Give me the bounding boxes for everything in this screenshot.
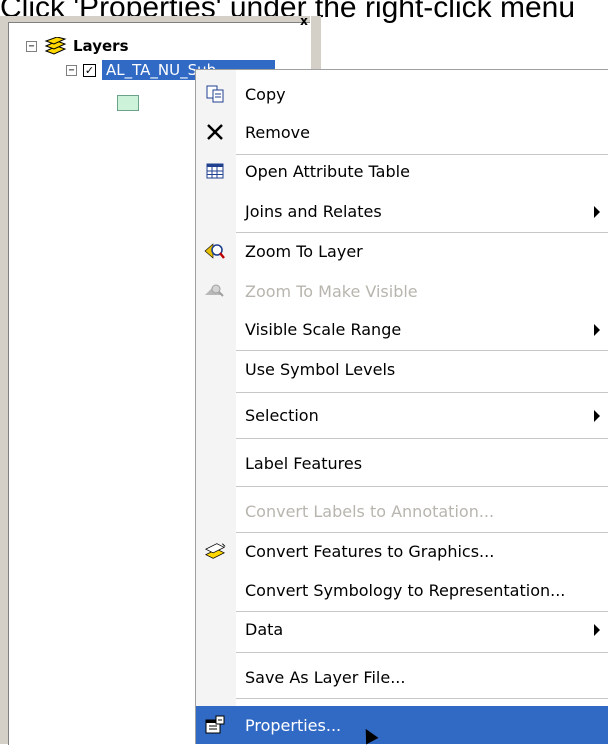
menu-item-label-features[interactable]: Label Features xyxy=(196,444,608,482)
menu-item-label: Convert Features to Graphics... xyxy=(245,541,495,561)
menu-item-convert-features-to-graphics[interactable]: Convert Features to Graphics... xyxy=(196,532,608,570)
menu-item-zoom-to-make-visible: Zoom To Make Visible xyxy=(196,272,608,310)
menu-item-visible-scale-range[interactable]: Visible Scale Range xyxy=(196,310,608,348)
menu-item-label: Convert Labels to Annotation... xyxy=(245,501,495,521)
remove-icon xyxy=(204,122,226,142)
menu-item-label: Copy xyxy=(245,84,286,104)
menu-item-label: Properties... xyxy=(245,715,342,735)
menu-separator xyxy=(236,652,608,653)
menu-item-remove[interactable]: Remove xyxy=(196,113,608,151)
menu-item-label: Convert Symbology to Representation... xyxy=(245,580,566,600)
menu-item-selection[interactable]: Selection xyxy=(196,396,608,434)
menu-item-label: Selection xyxy=(245,405,319,425)
menu-item-save-as-layer-file[interactable]: Save As Layer File... xyxy=(196,658,608,696)
menu-item-data[interactable]: Data xyxy=(196,610,608,648)
table-icon xyxy=(204,161,226,181)
menu-item-label: Data xyxy=(245,619,284,639)
submenu-arrow-icon xyxy=(594,410,600,422)
copy-icon xyxy=(204,84,226,104)
convert-graphics-icon xyxy=(204,541,226,561)
menu-item-use-symbol-levels[interactable]: Use Symbol Levels xyxy=(196,350,608,388)
zoom-to-layer-icon xyxy=(204,241,226,261)
menu-item-copy[interactable]: Copy xyxy=(196,75,608,113)
collapse-icon[interactable]: − xyxy=(66,64,77,76)
menu-separator xyxy=(236,486,608,487)
menu-item-zoom-to-layer[interactable]: Zoom To Layer xyxy=(196,232,608,270)
close-icon[interactable]: x xyxy=(296,15,312,28)
layers-label: Layers xyxy=(73,37,129,55)
submenu-arrow-icon xyxy=(594,624,600,636)
menu-item-label: Remove xyxy=(245,122,310,142)
menu-item-label: Zoom To Make Visible xyxy=(245,281,418,301)
menu-separator xyxy=(236,698,608,699)
menu-item-label: Visible Scale Range xyxy=(245,319,402,339)
submenu-arrow-icon xyxy=(594,324,600,336)
menu-item-label: Joins and Relates xyxy=(245,201,382,221)
menu-item-label: Open Attribute Table xyxy=(245,161,410,181)
menu-item-open-attribute-table[interactable]: Open Attribute Table xyxy=(196,152,608,190)
menu-item-convert-symbology-to-representation[interactable]: Convert Symbology to Representation... xyxy=(196,571,608,609)
menu-item-label: Use Symbol Levels xyxy=(245,359,396,379)
menu-separator xyxy=(236,392,608,393)
layer-visibility-checkbox[interactable]: ✓ xyxy=(83,63,96,77)
menu-item-label: Label Features xyxy=(245,453,363,473)
layer-symbol-swatch[interactable] xyxy=(117,95,139,111)
menu-separator xyxy=(236,438,608,439)
context-menu: Copy Remove Open Attribute Table Joins a… xyxy=(195,69,608,744)
zoom-to-visible-icon xyxy=(204,281,226,301)
properties-icon xyxy=(204,715,226,735)
menu-item-properties[interactable]: Properties... xyxy=(196,706,608,744)
menu-item-joins-and-relates[interactable]: Joins and Relates xyxy=(196,192,608,230)
menu-item-label: Zoom To Layer xyxy=(245,241,363,261)
menu-item-convert-labels-to-annotation: Convert Labels to Annotation... xyxy=(196,492,608,530)
menu-item-label: Save As Layer File... xyxy=(245,667,406,687)
layers-row[interactable]: − Layers xyxy=(26,36,129,56)
submenu-arrow-icon xyxy=(594,206,600,218)
collapse-icon[interactable]: − xyxy=(26,40,37,52)
layers-icon xyxy=(44,37,67,55)
